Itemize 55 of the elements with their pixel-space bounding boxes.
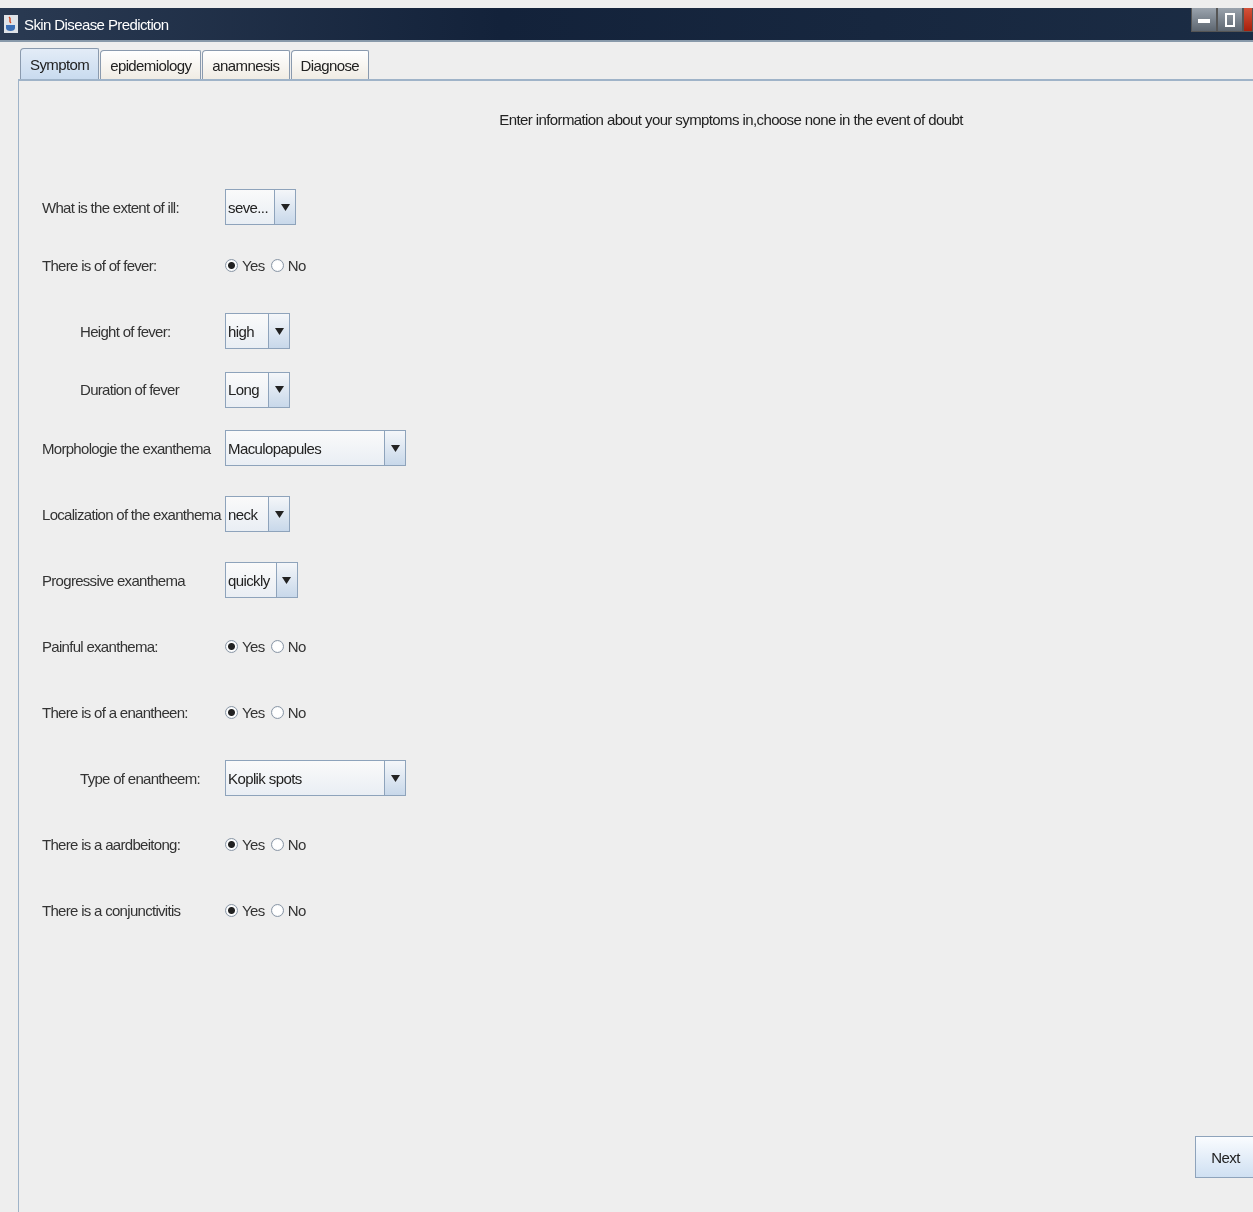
caret-icon <box>274 327 284 335</box>
dropdown[interactable]: Long <box>225 371 290 408</box>
instruction-text: Enter information about your symptoms in,choose none in the event of doubt <box>499 111 963 128</box>
tab[interactable]: Diagnose <box>290 50 370 79</box>
radio-option[interactable]: No <box>270 637 306 655</box>
restore-icon <box>1225 12 1235 27</box>
caret-icon <box>280 203 290 211</box>
dropdown[interactable]: neck <box>225 496 290 532</box>
dropdown[interactable]: high <box>225 313 290 349</box>
field-label: There is of of fever: <box>42 256 158 274</box>
minimize-icon <box>1198 16 1210 23</box>
dropdown[interactable]: quickly <box>225 562 298 598</box>
dropdown-arrow-button[interactable] <box>268 497 289 531</box>
dropdown-arrow-button[interactable] <box>268 314 289 348</box>
radio-option[interactable]: No <box>270 835 306 853</box>
caret-icon <box>274 386 284 393</box>
radio-option[interactable]: No <box>270 256 306 274</box>
tab[interactable]: Symptom <box>20 48 100 79</box>
radio-option[interactable]: Yes <box>225 835 265 853</box>
field-label: Localization of the exanthema <box>42 505 223 523</box>
caret-icon <box>390 444 400 452</box>
dropdown[interactable]: Maculopapules <box>225 430 406 466</box>
coffee-cup-icon <box>4 15 18 33</box>
minimize-button[interactable] <box>1191 8 1217 32</box>
caret-icon <box>274 510 284 518</box>
field-label: Type of enantheem: <box>80 769 201 787</box>
dropdown[interactable]: Koplik spots <box>225 760 406 796</box>
field-label: Morphologie the exanthema <box>42 439 212 457</box>
field-label: Height of fever: <box>80 322 172 340</box>
dropdown-arrow-button[interactable] <box>384 431 405 465</box>
field-label: Progressive exanthema <box>42 571 187 589</box>
radio-option[interactable]: Yes <box>225 256 265 274</box>
next-button[interactable]: Next <box>1195 1136 1253 1178</box>
radio-option[interactable]: Yes <box>225 901 265 919</box>
field-label: Duration of fever <box>80 381 181 398</box>
restore-button[interactable] <box>1217 8 1243 32</box>
field-label: There is of a enantheen: <box>42 703 189 721</box>
tab[interactable]: anamnesis <box>202 50 290 79</box>
radio-option[interactable]: Yes <box>225 703 265 721</box>
dropdown-arrow-button[interactable] <box>384 761 405 795</box>
dropdown-arrow-button[interactable] <box>268 372 289 407</box>
caret-icon <box>390 774 400 782</box>
field-label: There is a aardbeitong: <box>42 835 182 853</box>
window-title: Skin Disease Prediction <box>24 15 169 33</box>
radio-option[interactable]: Yes <box>225 637 265 655</box>
radio-option[interactable]: No <box>270 703 306 721</box>
caret-icon <box>282 576 292 584</box>
field-label: What is the extent of ill: <box>42 198 180 216</box>
tab[interactable]: epidemiology <box>100 50 202 79</box>
dropdown-arrow-button[interactable] <box>275 563 297 597</box>
dropdown-arrow-button[interactable] <box>274 190 295 224</box>
field-label: There is a conjunctivitis <box>42 901 182 919</box>
radio-option[interactable]: No <box>270 901 306 919</box>
dropdown[interactable]: seve... <box>225 189 296 225</box>
field-label: Painful exanthema: <box>42 637 159 655</box>
